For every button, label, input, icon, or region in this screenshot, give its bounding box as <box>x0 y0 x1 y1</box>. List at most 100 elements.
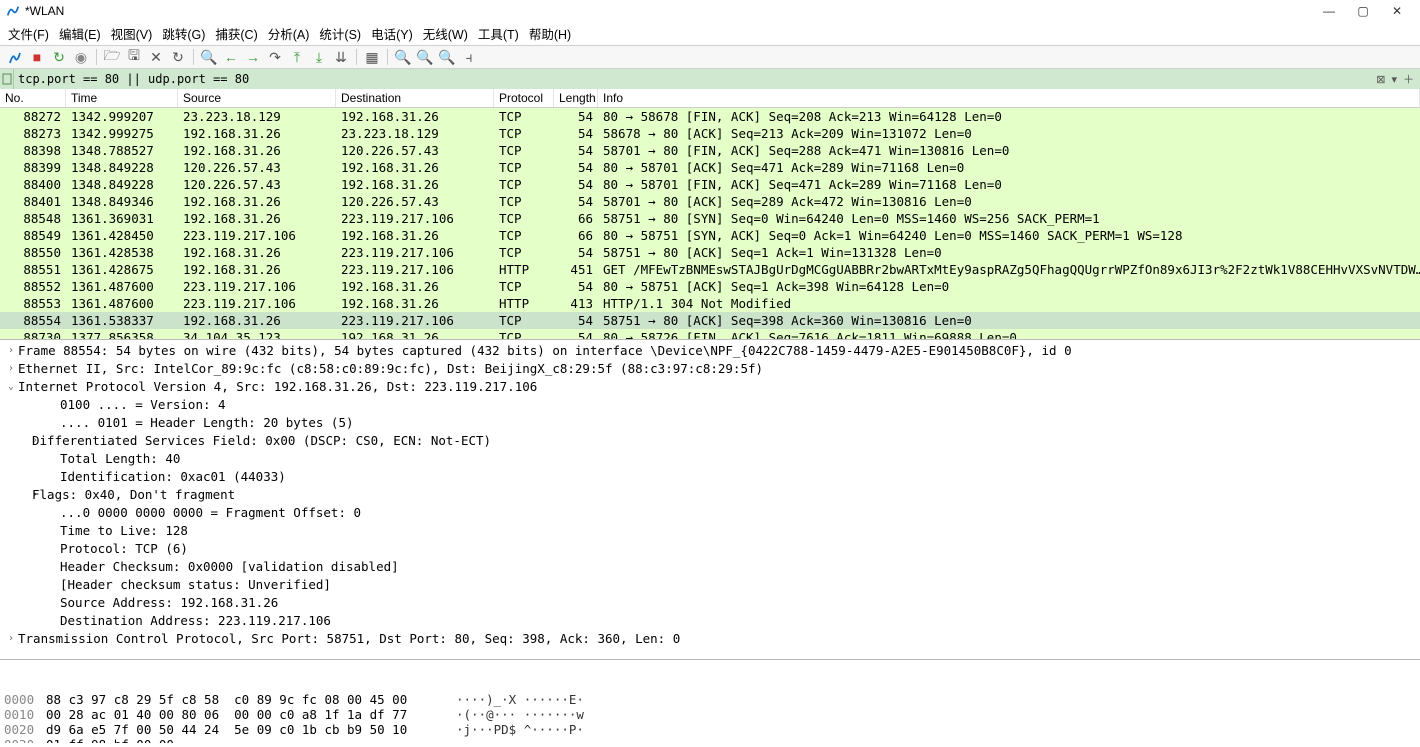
colorize-icon[interactable]: ▦ <box>363 48 381 66</box>
resize-columns-icon[interactable]: ⫞ <box>460 48 478 66</box>
detail-line[interactable]: ›Frame 88554: 54 bytes on wire (432 bits… <box>4 342 1416 360</box>
go-to-packet-icon[interactable]: ↷ <box>266 48 284 66</box>
packet-row[interactable]: 885501361.428538192.168.31.26223.119.217… <box>0 244 1420 261</box>
menu-statistics[interactable]: 统计(S) <box>319 24 361 43</box>
display-filter-input[interactable] <box>14 69 1374 89</box>
menu-go[interactable]: 跳转(G) <box>162 24 205 43</box>
go-last-icon[interactable]: ⤓ <box>310 48 328 66</box>
detail-line[interactable]: ›Transmission Control Protocol, Src Port… <box>4 630 1416 648</box>
hex-line[interactable]: 003001 ff 98 bf 00 00······ <box>4 737 1416 743</box>
detail-line[interactable]: Total Length: 40 <box>4 450 1416 468</box>
detail-line[interactable]: ›Ethernet II, Src: IntelCor_89:9c:fc (c8… <box>4 360 1416 378</box>
menu-capture[interactable]: 捕获(C) <box>215 24 257 43</box>
packet-row[interactable]: 885511361.428675192.168.31.26223.119.217… <box>0 261 1420 278</box>
detail-line[interactable]: ›Differentiated Services Field: 0x00 (DS… <box>4 432 1416 450</box>
expand-arrow-icon[interactable]: › <box>4 630 18 648</box>
toolbar-separator <box>387 49 388 65</box>
detail-line[interactable]: [Header checksum status: Unverified] <box>4 576 1416 594</box>
expand-arrow-icon[interactable]: › <box>18 432 32 450</box>
filter-clear-icon[interactable]: ⊠ <box>1374 73 1387 86</box>
cell-protocol: TCP <box>494 142 554 159</box>
capture-options-icon[interactable]: ◉ <box>72 48 90 66</box>
expand-arrow-icon[interactable]: › <box>18 486 32 504</box>
find-packet-icon[interactable]: 🔍 <box>200 48 218 66</box>
menu-tools[interactable]: 工具(T) <box>478 24 519 43</box>
zoom-out-icon[interactable]: 🔍 <box>416 48 434 66</box>
hex-offset: 0000 <box>4 692 46 707</box>
detail-line[interactable]: ...0 0000 0000 0000 = Fragment Offset: 0 <box>4 504 1416 522</box>
go-first-icon[interactable]: ⤒ <box>288 48 306 66</box>
cell-source: 120.226.57.43 <box>178 176 336 193</box>
cell-destination: 223.119.217.106 <box>336 312 494 329</box>
detail-line[interactable]: Protocol: TCP (6) <box>4 540 1416 558</box>
close-button[interactable]: ✕ <box>1380 1 1414 21</box>
filter-bookmark-icon[interactable] <box>0 69 14 89</box>
start-capture-icon[interactable] <box>6 48 24 66</box>
menu-view[interactable]: 视图(V) <box>111 24 153 43</box>
menu-file[interactable]: 文件(F) <box>8 24 49 43</box>
packet-row[interactable]: 885541361.538337192.168.31.26223.119.217… <box>0 312 1420 329</box>
packet-row[interactable]: 885521361.487600223.119.217.106192.168.3… <box>0 278 1420 295</box>
col-no[interactable]: No. <box>0 89 66 107</box>
zoom-in-icon[interactable]: 🔍 <box>394 48 412 66</box>
packet-row[interactable]: 883981348.788527192.168.31.26120.226.57.… <box>0 142 1420 159</box>
stop-capture-icon[interactable]: ■ <box>28 48 46 66</box>
expand-arrow-icon[interactable]: ⌄ <box>4 378 18 396</box>
menu-analyze[interactable]: 分析(A) <box>268 24 310 43</box>
col-time[interactable]: Time <box>66 89 178 107</box>
expand-arrow-icon[interactable]: › <box>4 360 18 378</box>
hex-line[interactable]: 0020d9 6a e5 7f 00 50 44 24 5e 09 c0 1b … <box>4 722 1416 737</box>
zoom-reset-icon[interactable]: 🔍 <box>438 48 456 66</box>
detail-line[interactable]: ›Flags: 0x40, Don't fragment <box>4 486 1416 504</box>
detail-line[interactable]: Time to Live: 128 <box>4 522 1416 540</box>
detail-line[interactable]: Header Checksum: 0x0000 [validation disa… <box>4 558 1416 576</box>
restart-capture-icon[interactable]: ↻ <box>50 48 68 66</box>
go-forward-icon[interactable]: → <box>244 48 262 66</box>
open-file-icon[interactable]: 🗁 <box>103 48 121 66</box>
packet-details-pane[interactable]: ›Frame 88554: 54 bytes on wire (432 bits… <box>0 339 1420 659</box>
detail-line[interactable]: Destination Address: 223.119.217.106 <box>4 612 1416 630</box>
menu-telephony[interactable]: 电话(Y) <box>371 24 413 43</box>
go-back-icon[interactable]: ← <box>222 48 240 66</box>
detail-line[interactable]: Source Address: 192.168.31.26 <box>4 594 1416 612</box>
hex-line[interactable]: 001000 28 ac 01 40 00 80 06 00 00 c0 a8 … <box>4 707 1416 722</box>
packet-row[interactable]: 884011348.849346192.168.31.26120.226.57.… <box>0 193 1420 210</box>
close-file-icon[interactable]: ✕ <box>147 48 165 66</box>
minimize-button[interactable]: — <box>1312 1 1346 21</box>
col-length[interactable]: Length <box>554 89 598 107</box>
auto-scroll-icon[interactable]: ⇊ <box>332 48 350 66</box>
maximize-button[interactable]: ▢ <box>1346 1 1380 21</box>
cell-info: 80 → 58701 [ACK] Seq=471 Ack=289 Win=711… <box>598 159 1420 176</box>
packet-row[interactable]: 882731342.999275192.168.31.2623.223.18.1… <box>0 125 1420 142</box>
packet-row[interactable]: 885531361.487600223.119.217.106192.168.3… <box>0 295 1420 312</box>
expand-arrow-icon[interactable]: › <box>4 342 18 360</box>
detail-text: Header Checksum: 0x0000 [validation disa… <box>60 558 1416 576</box>
cell-info: 58701 → 80 [ACK] Seq=289 Ack=472 Win=130… <box>598 193 1420 210</box>
packet-row[interactable]: 882721342.99920723.223.18.129192.168.31.… <box>0 108 1420 125</box>
detail-line[interactable]: Identification: 0xac01 (44033) <box>4 468 1416 486</box>
menu-help[interactable]: 帮助(H) <box>529 24 571 43</box>
detail-line[interactable]: 0100 .... = Version: 4 <box>4 396 1416 414</box>
menu-wireless[interactable]: 无线(W) <box>423 24 468 43</box>
packet-row[interactable]: 883991348.849228120.226.57.43192.168.31.… <box>0 159 1420 176</box>
packet-row[interactable]: 887301377.85635834.104.35.123192.168.31.… <box>0 329 1420 339</box>
reload-icon[interactable]: ↻ <box>169 48 187 66</box>
packet-list-pane[interactable]: No. Time Source Destination Protocol Len… <box>0 89 1420 339</box>
hex-line[interactable]: 000088 c3 97 c8 29 5f c8 58 c0 89 9c fc … <box>4 692 1416 707</box>
filter-apply-icon[interactable]: ＋ <box>1401 71 1416 87</box>
detail-text: Protocol: TCP (6) <box>60 540 1416 558</box>
col-source[interactable]: Source <box>178 89 336 107</box>
menu-edit[interactable]: 编辑(E) <box>59 24 101 43</box>
save-file-icon[interactable]: 🖫 <box>125 48 143 66</box>
cell-no: 88398 <box>0 142 66 159</box>
detail-line[interactable]: .... 0101 = Header Length: 20 bytes (5) <box>4 414 1416 432</box>
filter-dropdown-icon[interactable]: ▾ <box>1389 73 1399 86</box>
packet-row[interactable]: 884001348.849228120.226.57.43192.168.31.… <box>0 176 1420 193</box>
col-destination[interactable]: Destination <box>336 89 494 107</box>
packet-bytes-pane[interactable]: 000088 c3 97 c8 29 5f c8 58 c0 89 9c fc … <box>0 659 1420 743</box>
packet-row[interactable]: 885491361.428450223.119.217.106192.168.3… <box>0 227 1420 244</box>
col-info[interactable]: Info <box>598 89 1420 107</box>
packet-row[interactable]: 885481361.369031192.168.31.26223.119.217… <box>0 210 1420 227</box>
detail-line[interactable]: ⌄Internet Protocol Version 4, Src: 192.1… <box>4 378 1416 396</box>
col-protocol[interactable]: Protocol <box>494 89 554 107</box>
